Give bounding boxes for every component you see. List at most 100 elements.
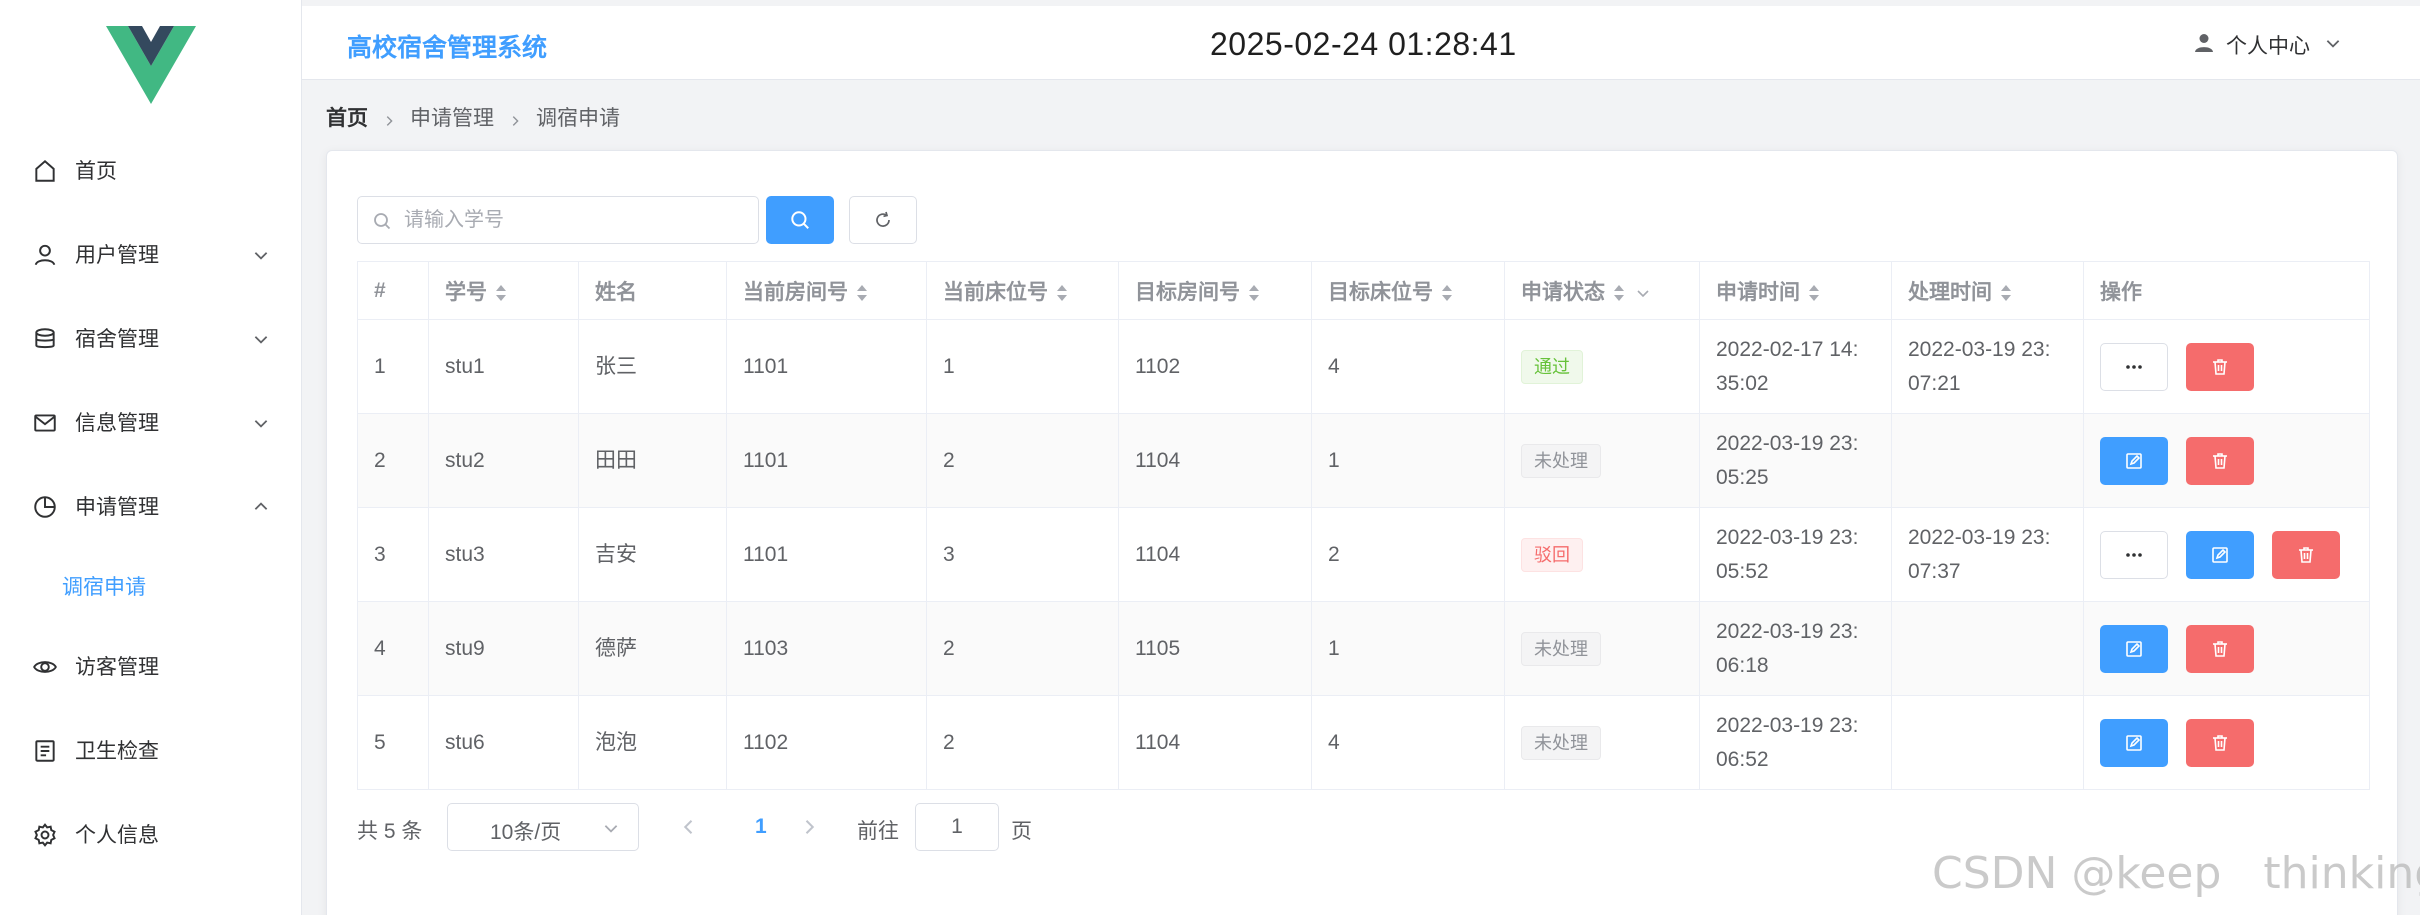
- column-header-status[interactable]: 申请状态: [1504, 261, 1700, 320]
- column-header-target-bed[interactable]: 目标床位号: [1311, 261, 1505, 320]
- cell-name: 吉安: [578, 507, 727, 602]
- sidebar-item-info[interactable]: 信息管理: [0, 392, 302, 452]
- cell-text: 3: [943, 542, 955, 566]
- cell-apply-time: 2022-03-19 23: 06:18: [1699, 601, 1892, 696]
- cell-text: stu9: [445, 636, 485, 660]
- edit-button[interactable]: [2100, 718, 2168, 767]
- delete-button[interactable]: [2186, 624, 2254, 673]
- sort-icon[interactable]: [1248, 283, 1260, 303]
- sidebar-item-hygiene[interactable]: 卫生检查: [0, 720, 302, 780]
- chevron-right-icon: [508, 110, 522, 126]
- edit-button[interactable]: [2100, 436, 2168, 485]
- user-avatar-icon: [2192, 31, 2216, 60]
- goto-page-input[interactable]: [915, 803, 999, 851]
- sidebar-subitem-dorm-transfer[interactable]: 调宿申请: [0, 558, 302, 614]
- column-header-label: 操作: [2100, 280, 2142, 304]
- edit-icon: [2124, 639, 2144, 659]
- cell-text: 5: [374, 730, 386, 754]
- cell-text: 4: [1328, 730, 1340, 754]
- column-header-label: 目标房间号: [1135, 280, 1240, 304]
- cell-apply-time: 2022-03-19 23: 05:25: [1699, 413, 1892, 508]
- cell-text: 2: [943, 448, 955, 472]
- column-header-student-id[interactable]: 学号: [428, 261, 579, 320]
- cell-text: 1: [1328, 448, 1340, 472]
- ellipsis-icon: [2124, 357, 2144, 377]
- chevron-down-icon: [252, 414, 270, 432]
- delete-button[interactable]: [2272, 530, 2340, 579]
- edit-button[interactable]: [2186, 530, 2254, 579]
- chevron-up-icon: [252, 498, 270, 516]
- column-header-current-room[interactable]: 当前房间号: [726, 261, 927, 320]
- filter-chevron-icon[interactable]: [1635, 285, 1651, 301]
- more-button[interactable]: [2100, 342, 2168, 391]
- cell-actions: [2083, 319, 2370, 414]
- breadcrumb-home[interactable]: 首页: [326, 102, 368, 132]
- sort-icon[interactable]: [1808, 283, 1820, 303]
- row-actions: [2100, 624, 2369, 673]
- more-button[interactable]: [2100, 530, 2168, 579]
- sidebar-item-label: 用户管理: [75, 244, 159, 267]
- cell-text: 吉安: [595, 542, 637, 566]
- prev-page-button[interactable]: [679, 817, 699, 837]
- cell-student-id: stu1: [428, 319, 579, 414]
- column-header-index: #: [357, 261, 429, 320]
- cell-text: 2: [943, 730, 955, 754]
- user-icon: [32, 242, 58, 268]
- sort-icon[interactable]: [856, 283, 868, 303]
- column-header-current-bed[interactable]: 当前床位号: [926, 261, 1119, 320]
- chevron-down-icon: [602, 819, 620, 837]
- cell-text: 1104: [1135, 730, 1181, 754]
- database-icon: [32, 326, 58, 352]
- cell-text: 2: [943, 636, 955, 660]
- cell-name: 德萨: [578, 601, 727, 696]
- trash-icon: [2210, 357, 2230, 377]
- column-header-handle-time[interactable]: 处理时间: [1891, 261, 2084, 320]
- cell-current-room: 1103: [726, 601, 927, 696]
- page-number-current[interactable]: 1: [755, 815, 767, 839]
- cell-current-bed: 2: [926, 413, 1119, 508]
- vue-logo: [106, 26, 196, 104]
- column-header-target-room[interactable]: 目标房间号: [1118, 261, 1312, 320]
- edit-icon: [2124, 451, 2144, 471]
- sort-icon[interactable]: [1613, 283, 1625, 303]
- edit-button[interactable]: [2100, 624, 2168, 673]
- sort-icon[interactable]: [1056, 283, 1068, 303]
- sidebar-item-visitors[interactable]: 访客管理: [0, 636, 302, 696]
- sidebar-item-label: 信息管理: [75, 412, 159, 435]
- search-field[interactable]: [357, 196, 759, 244]
- cell-current-room: 1102: [726, 695, 927, 790]
- cell-text: 1: [943, 354, 955, 378]
- column-header-label: 当前床位号: [943, 280, 1048, 304]
- search-button[interactable]: [766, 196, 834, 244]
- sort-icon[interactable]: [495, 283, 507, 303]
- sidebar-item-applications[interactable]: 申请管理: [0, 476, 302, 536]
- cell-text: 05:25: [1716, 465, 1769, 489]
- cell-apply-time: 2022-03-19 23: 05:52: [1699, 507, 1892, 602]
- column-header-label: 处理时间: [1908, 280, 1992, 304]
- delete-button[interactable]: [2186, 436, 2254, 485]
- cell-status: 未处理: [1504, 695, 1700, 790]
- sidebar-item-users[interactable]: 用户管理: [0, 224, 302, 284]
- sidebar-item-profile[interactable]: 个人信息: [0, 804, 302, 864]
- delete-button[interactable]: [2186, 718, 2254, 767]
- page-size-select[interactable]: 10条/页: [447, 803, 639, 851]
- cell-text: 2022-03-19 23:: [1908, 337, 2051, 361]
- cell-text: 07:21: [1908, 371, 1961, 395]
- sort-icon[interactable]: [1441, 283, 1453, 303]
- trash-icon: [2210, 733, 2230, 753]
- reset-button[interactable]: [849, 196, 917, 244]
- cell-target-room: 1104: [1118, 413, 1312, 508]
- cell-text: 35:02: [1716, 371, 1769, 395]
- delete-button[interactable]: [2186, 342, 2254, 391]
- cell-current-room: 1101: [726, 507, 927, 602]
- sort-icon[interactable]: [2000, 283, 2012, 303]
- user-center-dropdown[interactable]: 个人中心: [2192, 30, 2342, 60]
- sidebar-item-dorms[interactable]: 宿舍管理: [0, 308, 302, 368]
- cell-text: 1102: [1135, 354, 1181, 378]
- cell-text: 2: [1328, 542, 1340, 566]
- column-header-apply-time[interactable]: 申请时间: [1699, 261, 1892, 320]
- next-page-button[interactable]: [799, 817, 819, 837]
- ellipsis-icon: [2124, 545, 2144, 565]
- search-input[interactable]: [404, 205, 744, 235]
- sidebar-item-home[interactable]: 首页: [0, 140, 302, 200]
